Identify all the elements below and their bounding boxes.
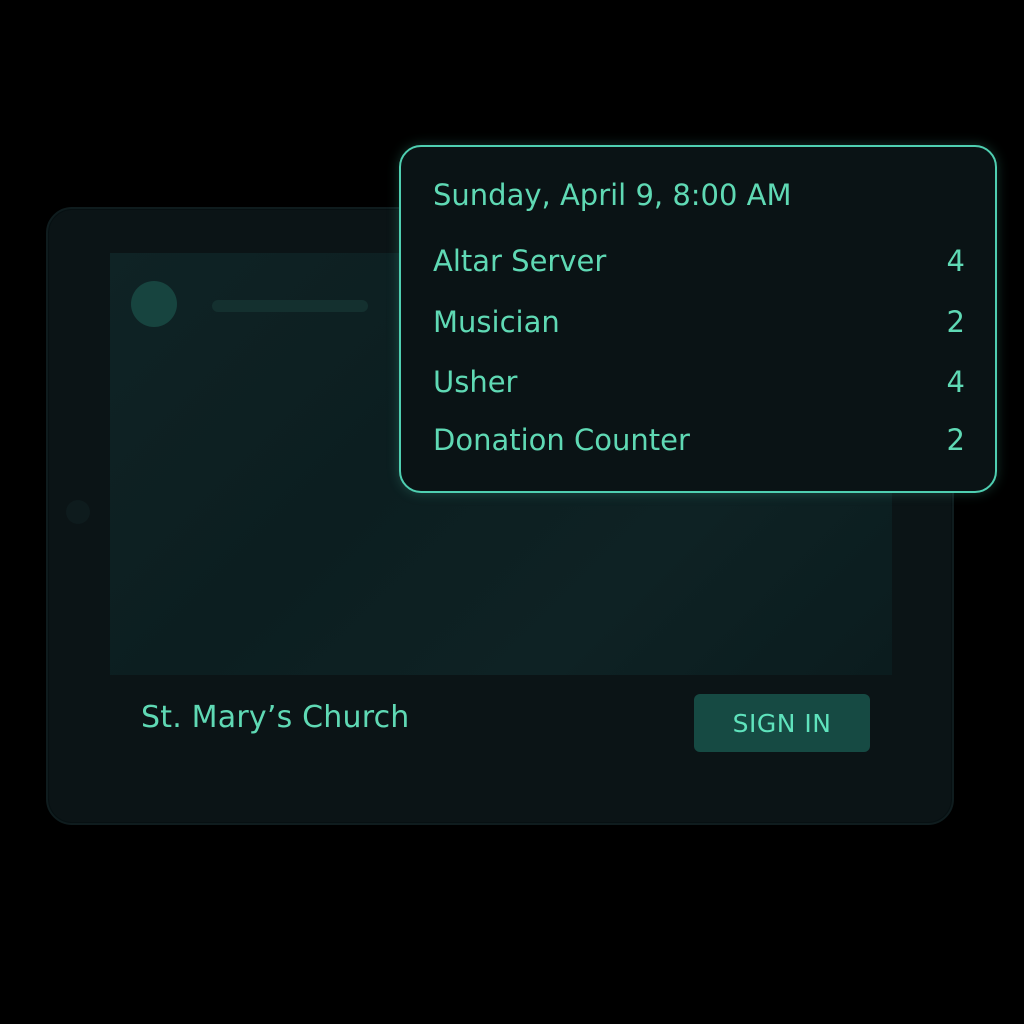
role-row-altar-server[interactable]: Altar Server 4 <box>433 241 967 281</box>
role-name: Usher <box>433 365 518 399</box>
role-count: 2 <box>946 305 965 339</box>
sign-in-button[interactable]: SIGN IN <box>694 694 870 752</box>
role-count: 4 <box>946 244 965 278</box>
role-count: 4 <box>946 365 965 399</box>
role-row-musician[interactable]: Musician 2 <box>433 302 967 342</box>
role-name: Donation Counter <box>433 423 690 457</box>
tablet-camera <box>66 500 90 524</box>
placeholder-text-line <box>212 300 368 312</box>
role-row-usher[interactable]: Usher 4 <box>433 362 967 402</box>
stage: St. Mary’s Church SIGN IN Sunday, April … <box>0 0 1024 1024</box>
church-name: St. Mary’s Church <box>141 700 410 735</box>
role-name: Musician <box>433 305 560 339</box>
avatar <box>131 281 177 327</box>
role-row-donation-counter[interactable]: Donation Counter 2 <box>433 420 967 460</box>
role-name: Altar Server <box>433 244 607 278</box>
service-date-time: Sunday, April 9, 8:00 AM <box>433 178 792 212</box>
role-count: 2 <box>946 423 965 457</box>
